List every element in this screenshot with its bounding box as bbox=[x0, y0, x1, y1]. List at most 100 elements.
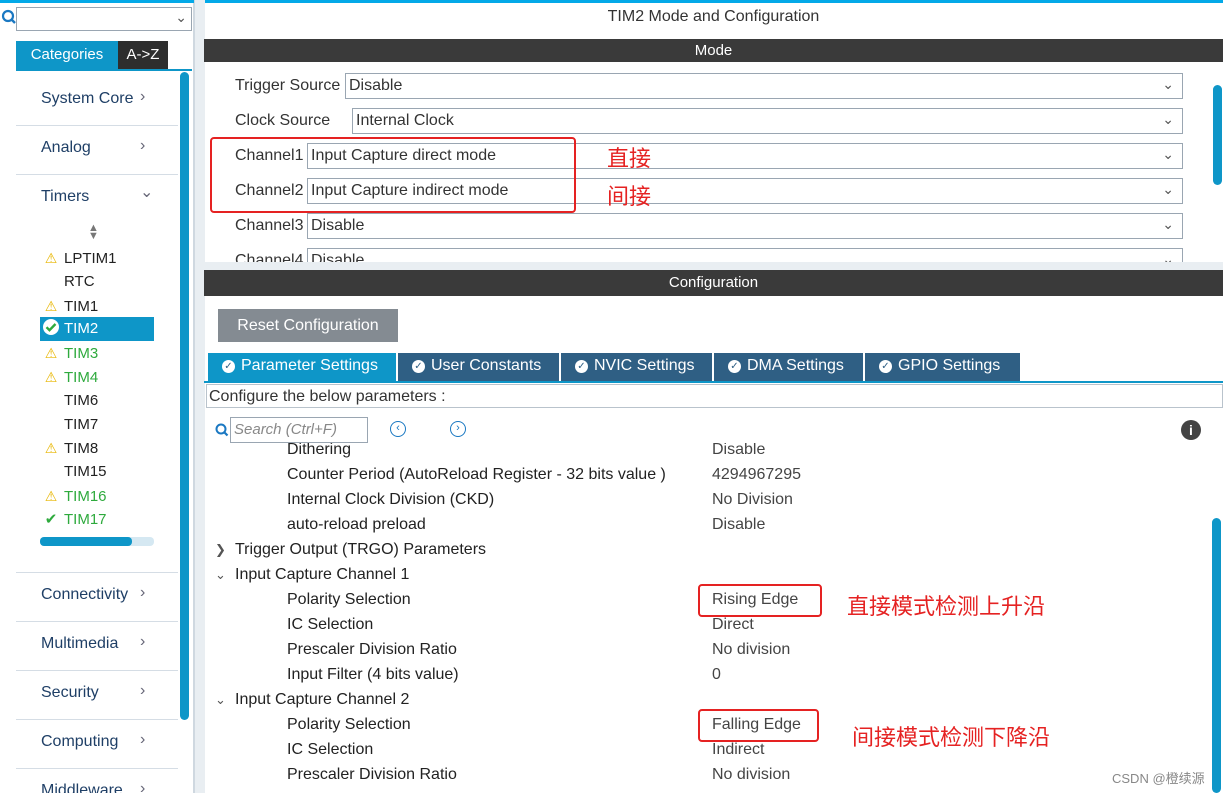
timer-list-scrollbar[interactable] bbox=[40, 537, 154, 546]
timer-item-tim15[interactable]: TIM15 bbox=[40, 460, 154, 484]
tab-parameter-settings[interactable]: ✓ Parameter Settings bbox=[208, 353, 398, 381]
timer-name: TIM1 bbox=[64, 297, 99, 315]
category-computing[interactable]: Computing › bbox=[16, 721, 166, 765]
chevron-down-icon: ⌄ bbox=[1162, 76, 1174, 92]
rising-edge-annotation-box bbox=[698, 584, 822, 617]
tab-text: Parameter Settings bbox=[241, 357, 378, 374]
category-label: Computing bbox=[41, 733, 119, 750]
param-row[interactable]: Counter Period (AutoReload Register - 32… bbox=[204, 466, 1200, 491]
timer-item-tim8[interactable]: ⚠ TIM8 bbox=[40, 436, 154, 460]
tab-nvic-settings[interactable]: ✓ NVIC Settings bbox=[561, 353, 714, 381]
category-search-input[interactable]: ⌄ bbox=[16, 7, 192, 31]
mode-panel-divider[interactable] bbox=[204, 262, 1223, 270]
param-row[interactable]: IC Selection Direct bbox=[204, 616, 1200, 641]
scrollbar-thumb[interactable] bbox=[40, 537, 132, 546]
tab-text: User Constants bbox=[431, 357, 542, 374]
category-middleware[interactable]: Middleware › bbox=[16, 770, 166, 793]
timer-item-tim7[interactable]: TIM7 bbox=[40, 413, 154, 437]
group-input-capture-1[interactable]: ⌄ Input Capture Channel 1 bbox=[215, 566, 409, 584]
reset-configuration-button[interactable]: Reset Configuration bbox=[218, 309, 398, 342]
tab-gpio-settings[interactable]: ✓ GPIO Settings bbox=[865, 353, 1022, 381]
channel4-select[interactable]: Disable ⌄ bbox=[307, 248, 1183, 262]
trigger-source-label: Trigger Source bbox=[235, 77, 341, 94]
category-label: Timers bbox=[41, 188, 90, 205]
chevron-down-icon[interactable]: ⌄ bbox=[175, 9, 187, 26]
param-value: 0 bbox=[712, 666, 721, 683]
check-circle-icon: ✓ bbox=[222, 360, 235, 373]
category-system-core[interactable]: System Core › bbox=[16, 78, 166, 122]
timer-item-tim17[interactable]: ✔ TIM17 bbox=[40, 508, 154, 532]
param-value: 4294967295 bbox=[712, 466, 801, 483]
check-circle-icon: ✓ bbox=[728, 360, 741, 373]
category-connectivity[interactable]: Connectivity › bbox=[16, 574, 166, 618]
info-icon[interactable]: i bbox=[1181, 420, 1201, 440]
clock-source-value: Internal Clock bbox=[356, 112, 454, 129]
tab-label: ✓ NVIC Settings bbox=[575, 357, 694, 375]
param-row[interactable]: Prescaler Division Ratio No division bbox=[204, 641, 1200, 666]
annotation-indirect: 间接 bbox=[607, 184, 652, 209]
category-label: System Core bbox=[41, 90, 134, 107]
param-row[interactable]: Prescaler Division Ratio No division bbox=[204, 766, 1200, 791]
divider bbox=[16, 621, 178, 622]
param-label: IC Selection bbox=[287, 616, 374, 633]
clock-source-select[interactable]: Internal Clock ⌄ bbox=[352, 108, 1183, 134]
annotation-rising: 直接模式检测上升沿 bbox=[847, 594, 1046, 619]
param-label: Internal Clock Division (CKD) bbox=[287, 491, 495, 508]
left-scrollbar[interactable] bbox=[180, 72, 189, 720]
timer-name: TIM16 bbox=[64, 488, 107, 505]
channel3-value: Disable bbox=[311, 217, 365, 234]
param-label: auto-reload preload bbox=[287, 516, 426, 533]
mode-header: Mode bbox=[204, 39, 1223, 62]
tab-a-to-z[interactable]: A->Z bbox=[118, 41, 168, 69]
sort-icon[interactable]: ▲ ▼ bbox=[88, 223, 99, 242]
parameter-scrollbar[interactable] bbox=[1212, 518, 1221, 793]
tab-label: ✓ DMA Settings bbox=[728, 357, 844, 375]
channel3-select[interactable]: Disable ⌄ bbox=[307, 213, 1183, 239]
timer-item-tim6[interactable]: TIM6 bbox=[40, 389, 154, 413]
warning-icon: ⚠ bbox=[44, 488, 58, 504]
tab-user-constants[interactable]: ✓ User Constants bbox=[398, 353, 561, 381]
param-label: Prescaler Division Ratio bbox=[287, 766, 457, 783]
timer-item-tim16[interactable]: ⚠ TIM16 bbox=[40, 484, 154, 508]
search-icon[interactable] bbox=[214, 421, 230, 443]
group-trgo[interactable]: ❯ Trigger Output (TRGO) Parameters bbox=[215, 541, 486, 559]
trigger-source-select[interactable]: Disable ⌄ bbox=[345, 73, 1183, 99]
timer-item-lptim1[interactable]: ⚠ LPTIM1 bbox=[40, 246, 154, 270]
divider bbox=[16, 670, 178, 671]
search-icon[interactable] bbox=[1, 6, 17, 28]
timer-name: TIM17 bbox=[64, 510, 107, 528]
category-security[interactable]: Security › bbox=[16, 672, 166, 716]
param-value: No division bbox=[712, 641, 791, 658]
chevron-down-icon: ⌄ bbox=[140, 184, 154, 201]
param-value: Indirect bbox=[712, 741, 765, 758]
timer-name: TIM7 bbox=[64, 415, 99, 433]
parameter-search-input[interactable]: Search (Ctrl+F) bbox=[230, 417, 368, 443]
tab-categories[interactable]: Categories bbox=[16, 41, 118, 69]
timer-item-tim1[interactable]: ⚠ TIM1 bbox=[40, 294, 154, 318]
divider bbox=[16, 719, 178, 720]
param-row[interactable]: Internal Clock Division (CKD) No Divisio… bbox=[204, 491, 1200, 516]
category-multimedia[interactable]: Multimedia › bbox=[16, 623, 166, 667]
group-input-capture-2[interactable]: ⌄ Input Capture Channel 2 bbox=[215, 691, 409, 709]
category-label: Security bbox=[41, 684, 99, 701]
timer-item-tim3[interactable]: ⚠ TIM3 bbox=[40, 341, 154, 365]
tab-underline bbox=[16, 69, 192, 71]
timer-item-rtc[interactable]: RTC bbox=[40, 270, 154, 294]
tab-dma-settings[interactable]: ✓ DMA Settings bbox=[714, 353, 865, 381]
prev-icon[interactable]: ‹ bbox=[390, 421, 406, 437]
timer-name: TIM2 bbox=[64, 320, 99, 338]
chevron-right-icon: ❯ bbox=[215, 542, 226, 557]
param-row[interactable]: auto-reload preload Disable bbox=[204, 516, 1200, 541]
param-row[interactable]: IC Selection Indirect bbox=[204, 741, 1200, 766]
annotation-falling: 间接模式检测下降沿 bbox=[852, 725, 1051, 750]
timer-item-tim4[interactable]: ⚠ TIM4 bbox=[40, 365, 154, 389]
mode-scrollbar[interactable] bbox=[1213, 85, 1222, 185]
param-label: Prescaler Division Ratio bbox=[287, 641, 457, 658]
param-row[interactable]: Input Filter (4 bits value) 0 bbox=[204, 666, 1200, 691]
category-timers[interactable]: Timers ⌄ bbox=[16, 176, 166, 220]
category-analog[interactable]: Analog › bbox=[16, 127, 166, 171]
chevron-right-icon: › bbox=[140, 731, 146, 748]
param-row[interactable]: Dithering Disable bbox=[204, 443, 1200, 466]
timer-item-tim2[interactable]: TIM2 bbox=[40, 317, 154, 342]
next-icon[interactable]: › bbox=[450, 421, 466, 437]
